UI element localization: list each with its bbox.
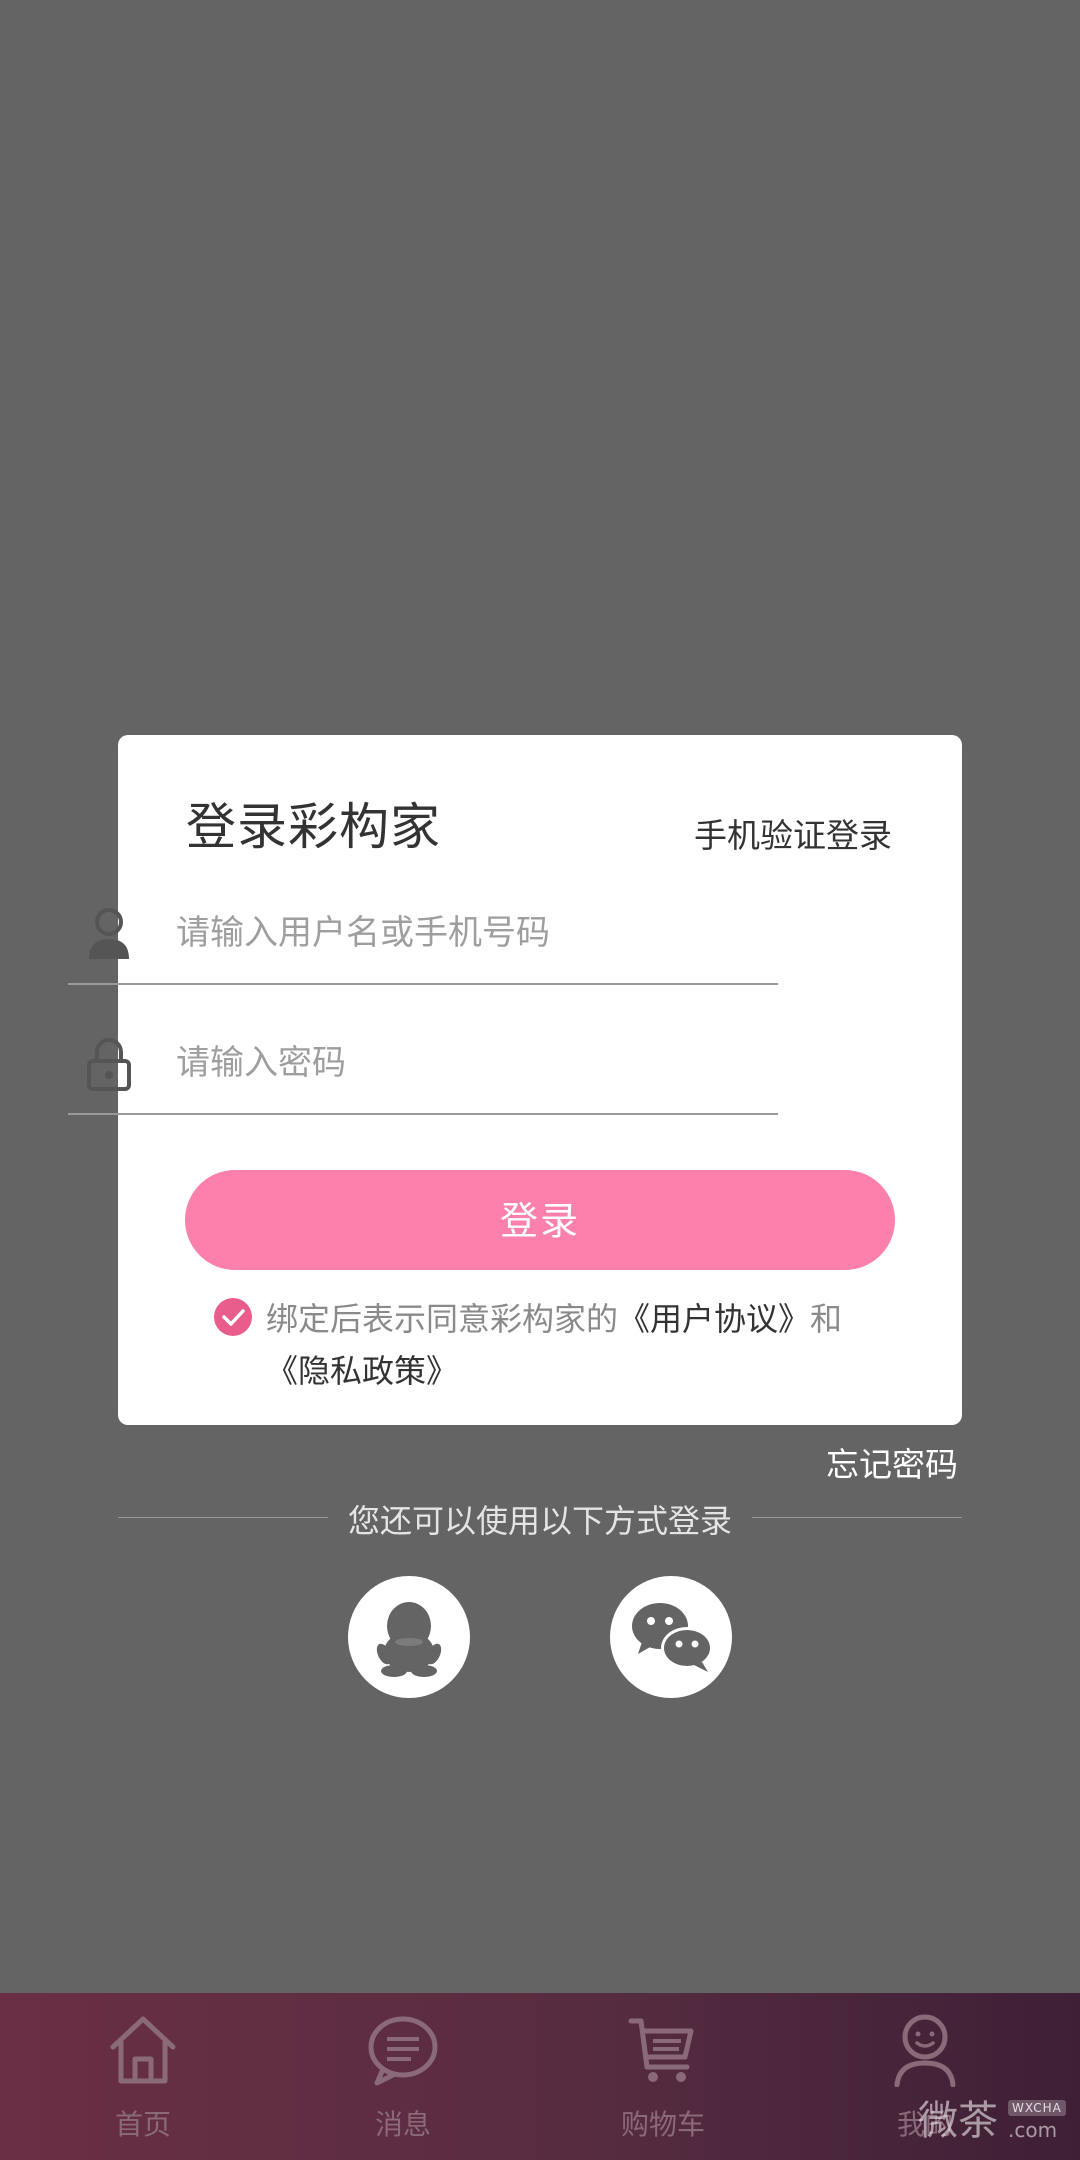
watermark-domain: .com — [1008, 2118, 1058, 2142]
lock-icon — [87, 1038, 131, 1091]
privacy-policy-link[interactable]: 《隐私政策》 — [266, 1352, 458, 1390]
tab-home[interactable]: 首页 — [43, 2003, 243, 2153]
phone-verify-login-link[interactable]: 手机验证登录 — [694, 809, 892, 857]
divider-right — [752, 1517, 962, 1518]
forgot-password-link[interactable]: 忘记密码 — [826, 1438, 958, 1486]
watermark-badge: WXCHA — [1008, 2100, 1066, 2116]
tab-messages-label: 消息 — [374, 2108, 431, 2141]
cart-icon — [628, 2018, 694, 2082]
message-icon — [368, 2016, 438, 2086]
agreement-checkbox[interactable] — [214, 1298, 252, 1336]
user-icon — [89, 908, 129, 959]
wechat-icon — [632, 1603, 713, 1672]
tab-cart[interactable]: 购物车 — [563, 2003, 763, 2153]
agreement-prefix: 绑定后表示同意彩构家的 — [266, 1300, 619, 1338]
other-login-label: 您还可以使用以下方式登录 — [347, 1502, 732, 1540]
profile-icon — [894, 2014, 956, 2087]
tab-cart-label: 购物车 — [620, 2108, 705, 2141]
login-button[interactable]: 登录 — [185, 1170, 895, 1270]
privacy-policy-line: 《隐私政策》 — [266, 1346, 458, 1392]
tab-home-label: 首页 — [114, 2108, 171, 2141]
tab-messages[interactable]: 消息 — [303, 2003, 503, 2153]
home-icon — [110, 2016, 176, 2084]
username-field — [68, 885, 778, 985]
user-agreement-link[interactable]: 《用户协议》 — [618, 1300, 810, 1338]
dialog-title: 登录彩构家 — [186, 798, 441, 856]
password-field — [68, 1015, 778, 1115]
agreement-and: 和 — [810, 1300, 843, 1338]
qq-icon — [376, 1602, 442, 1677]
agreement-text: 绑定后表示同意彩构家的《用户协议》和 — [266, 1294, 842, 1340]
watermark-logo: 微茶 — [918, 2098, 998, 2144]
qq-login-button[interactable] — [348, 1576, 470, 1698]
password-input[interactable] — [176, 1033, 766, 1093]
divider-left — [118, 1517, 328, 1518]
username-input[interactable] — [176, 903, 766, 963]
check-icon — [222, 1309, 245, 1326]
wechat-login-button[interactable] — [610, 1576, 732, 1698]
